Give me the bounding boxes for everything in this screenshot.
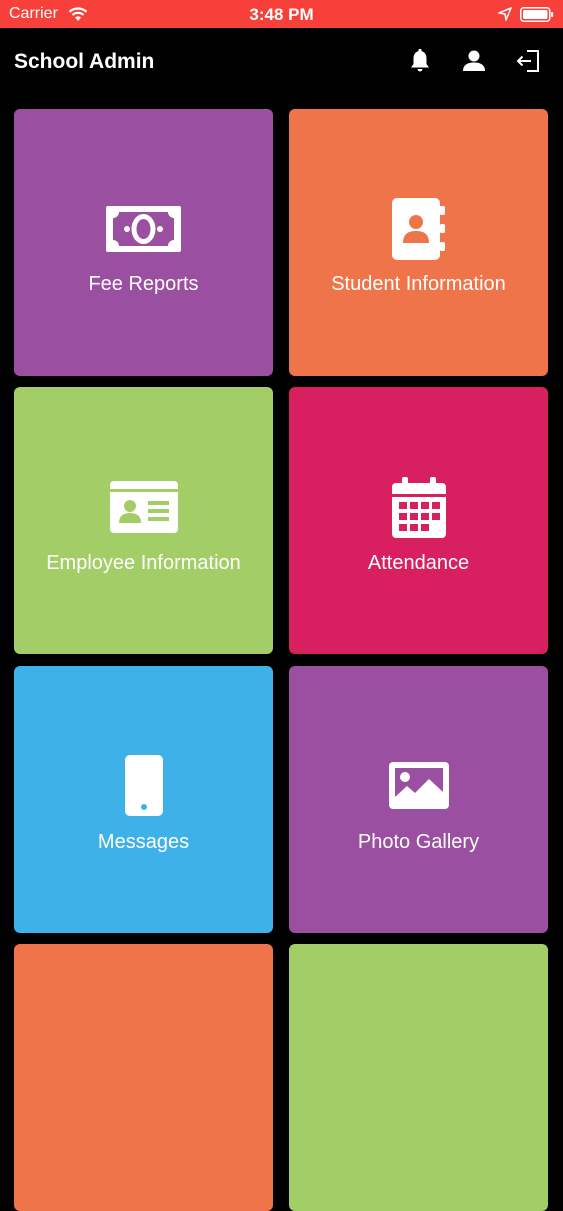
tile-photo-gallery[interactable]: Photo Gallery bbox=[289, 666, 548, 933]
money-bill-icon bbox=[106, 206, 181, 252]
bell-icon[interactable] bbox=[407, 48, 433, 74]
tile-label: Fee Reports bbox=[88, 273, 199, 295]
address-book-icon bbox=[391, 198, 445, 260]
tile-student-information[interactable]: Student Information bbox=[289, 109, 548, 376]
tile-fee-reports[interactable]: Fee Reports bbox=[14, 109, 273, 376]
mobile-phone-icon bbox=[124, 755, 163, 816]
calendar-icon bbox=[391, 477, 446, 538]
tile-label: Messages bbox=[97, 831, 190, 853]
app-header: School Admin bbox=[0, 28, 563, 98]
tile-employee-information[interactable]: Employee Information bbox=[14, 387, 273, 654]
tile-attendance[interactable]: Attendance bbox=[289, 387, 548, 654]
tile-label: Student Information bbox=[331, 273, 506, 295]
user-icon[interactable] bbox=[461, 48, 487, 74]
status-bar: Carrier 3:48 PM bbox=[0, 0, 563, 28]
image-icon bbox=[388, 762, 449, 809]
clock: 3:48 PM bbox=[249, 5, 314, 24]
page-title: School Admin bbox=[14, 50, 155, 73]
tile-partial-right[interactable] bbox=[289, 944, 548, 1211]
logout-icon[interactable] bbox=[516, 48, 542, 74]
tile-label: Employee Information bbox=[46, 552, 241, 574]
location-arrow-icon bbox=[498, 7, 512, 21]
id-card-icon bbox=[109, 481, 178, 533]
tile-partial-left[interactable] bbox=[14, 944, 273, 1211]
battery-icon bbox=[520, 7, 554, 22]
tile-label: Attendance bbox=[367, 552, 470, 574]
tile-messages[interactable]: Messages bbox=[14, 666, 273, 933]
tile-label: Photo Gallery bbox=[357, 831, 480, 853]
